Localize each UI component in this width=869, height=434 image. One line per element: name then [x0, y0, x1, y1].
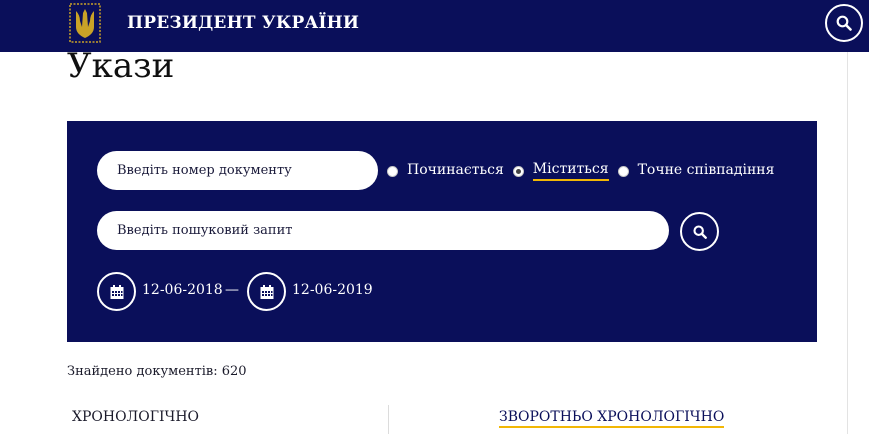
trident-coat-of-arms-icon[interactable]: [66, 3, 104, 43]
sort-chronological-link[interactable]: ХРОНОЛОГІЧНО: [72, 409, 199, 425]
sort-divider: [388, 405, 389, 434]
date-range-separator: —: [225, 282, 239, 298]
radio-exact-match[interactable]: Точне співпадіння: [617, 162, 775, 180]
header-search-button[interactable]: [825, 4, 863, 42]
results-count: Знайдено документів: 620: [67, 364, 247, 379]
date-to-calendar-button[interactable]: [247, 272, 286, 311]
radio-indicator[interactable]: [512, 165, 524, 177]
query-search-button[interactable]: [680, 212, 719, 251]
calendar-icon: [110, 284, 123, 299]
date-from-value[interactable]: 12-06-2018: [142, 282, 223, 298]
radio-label: Точне співпадіння: [637, 162, 775, 178]
sort-reverse-chronological-link[interactable]: ЗВОРОТНЬО ХРОНОЛОГІЧНО: [499, 409, 725, 428]
calendar-icon: [260, 284, 273, 299]
page-title: Укази: [67, 46, 175, 86]
date-to-value[interactable]: 12-06-2019: [292, 282, 373, 298]
radio-indicator[interactable]: [617, 165, 629, 177]
radio-indicator[interactable]: [387, 165, 398, 177]
search-icon: [692, 224, 707, 239]
search-icon: [836, 15, 852, 31]
doc-number-input[interactable]: [97, 151, 378, 190]
date-from-calendar-button[interactable]: [97, 272, 136, 311]
radio-label: Починається: [407, 162, 504, 178]
search-query-input[interactable]: [97, 211, 669, 250]
radio-contains[interactable]: Міститься: [512, 161, 609, 181]
radio-starts-with[interactable]: Починається: [387, 162, 504, 180]
site-title[interactable]: ПРЕЗИДЕНТ УКРАЇНИ: [127, 13, 359, 33]
match-mode-radio-group: Починається Міститься Точне співпадіння: [387, 161, 783, 181]
search-filter-panel: Починається Міститься Точне співпадіння: [67, 121, 817, 342]
page-right-border: [847, 52, 848, 434]
radio-label: Міститься: [532, 161, 609, 181]
